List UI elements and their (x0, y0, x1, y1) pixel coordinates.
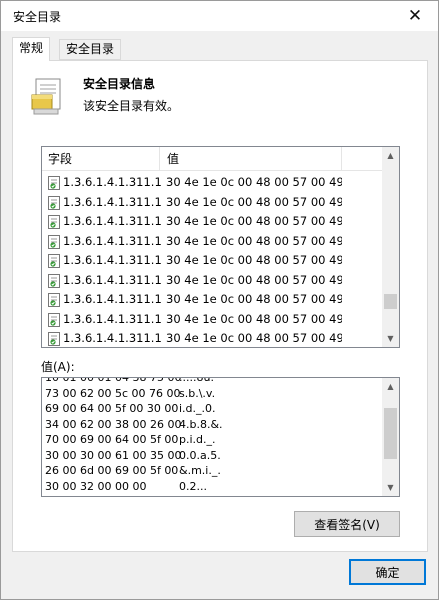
field-name: 1.3.6.1.4.1.311.1... (63, 311, 161, 326)
field-value: 30 4e 1e 0c 00 48 00 57 00 49 ... (166, 194, 342, 209)
column-header-value[interactable]: 值 (161, 147, 342, 171)
info-title: 安全目录信息 (83, 77, 156, 91)
hex-ascii: &.m.i._. (179, 464, 221, 477)
hex-line: 73 00 62 00 5c 00 76 00 s.b.\.v. (42, 386, 382, 402)
hex-line: 26 00 6d 00 69 00 5f 00 &.m.i._. (42, 463, 382, 479)
field-value: 30 4e 1e 0c 00 48 00 57 00 49 ... (166, 331, 342, 345)
list-item[interactable]: 1.3.6.1.4.1.311.1... 30 4e 1e 0c 00 48 00… (42, 290, 382, 310)
hex-line: 30 00 30 00 61 00 35 00 0.0.a.5. (42, 448, 382, 464)
hex-bytes: 30 00 32 00 00 00 (45, 479, 147, 493)
field-name: 1.3.6.1.4.1.311.1... (63, 233, 161, 248)
field-entry-icon (48, 195, 60, 210)
hex-ascii: .....8u. (179, 377, 214, 384)
close-icon: ✕ (407, 6, 423, 26)
close-button[interactable]: ✕ (392, 1, 438, 31)
field-entry-icon (48, 215, 60, 229)
field-entry-icon (48, 332, 60, 346)
hex-ascii: 0.0.a.5. (179, 448, 221, 462)
title-bar: 安全目录 ✕ (1, 1, 438, 31)
tab-general[interactable]: 常规 (12, 37, 51, 61)
list-item[interactable]: 1.3.6.1.4.1.311.1... 30 4e 1e 0c 00 48 00… (42, 173, 382, 193)
list-rows: 1.3.6.1.4.1.311.1... 30 4e 1e 0c 00 48 00… (42, 173, 382, 347)
scroll-thumb[interactable] (384, 408, 397, 459)
field-value: 30 4e 1e 0c 00 48 00 57 00 49 ... (166, 292, 342, 306)
hex-bytes: 10 01 00 01 04 38 75 00 (45, 377, 182, 384)
list-item[interactable]: 1.3.6.1.4.1.311.1... 30 4e 1e 0c 00 48 00… (42, 329, 382, 347)
hex-ascii: p.i.d._. (179, 433, 216, 446)
list-item[interactable]: 1.3.6.1.4.1.311.1... 30 4e 1e 0c 00 48 00… (42, 310, 382, 330)
tab-security-catalog[interactable]: 安全目录 (59, 39, 122, 60)
list-item[interactable]: 1.3.6.1.4.1.311.1... 30 4e 1e 0c 00 48 00… (42, 193, 382, 213)
scroll-down-icon[interactable]: ▼ (382, 330, 399, 347)
field-name: 1.3.6.1.4.1.311.1... (63, 175, 161, 189)
info-status: 该安全目录有效。 (83, 99, 180, 113)
hex-ascii: s.b.\.v. (179, 386, 216, 400)
field-entry-icon (48, 273, 60, 288)
view-signature-button[interactable]: 查看签名(V) (294, 511, 400, 537)
hex-line: 30 00 32 00 00 00 0.2... (42, 479, 382, 495)
hex-bytes: 26 00 6d 00 69 00 5f 00 (45, 464, 179, 477)
hex-line: 10 01 00 01 04 38 75 00 .....8u. (42, 377, 382, 386)
hex-line: 70 00 69 00 64 00 5f 00 p.i.d._. (42, 432, 382, 448)
hex-ascii: 0.2... (179, 479, 207, 493)
window-title: 安全目录 (13, 10, 62, 24)
hex-bytes: 73 00 62 00 5c 00 76 00 (45, 386, 181, 400)
field-entry-icon (48, 293, 60, 307)
hex-bytes: 34 00 62 00 38 00 26 00 (45, 417, 182, 431)
scroll-up-icon[interactable]: ▲ (382, 378, 399, 395)
value-label: 值(A): (41, 360, 75, 374)
security-catalog-dialog: 安全目录 ✕ 常规 安全目录 安全目录信息 该安全目录有效。 字段 值 1.3.… (0, 0, 439, 600)
hex-line: 34 00 62 00 38 00 26 00 4.b.8.&. (42, 417, 382, 433)
scroll-up-icon[interactable]: ▲ (382, 147, 399, 164)
field-value: 30 4e 1e 0c 00 48 00 57 00 49 ... (166, 311, 342, 326)
scroll-down-icon[interactable]: ▼ (382, 479, 399, 496)
field-name: 1.3.6.1.4.1.311.1... (63, 292, 161, 306)
scroll-thumb[interactable] (384, 293, 397, 309)
field-value: 30 4e 1e 0c 00 48 00 57 00 49 ... (166, 175, 342, 189)
field-name: 1.3.6.1.4.1.311.1... (63, 194, 161, 209)
hex-ascii: i.d._.0. (179, 402, 216, 415)
list-item[interactable]: 1.3.6.1.4.1.311.1... 30 4e 1e 0c 00 48 00… (42, 271, 382, 291)
field-name: 1.3.6.1.4.1.311.1... (63, 253, 161, 267)
value-scrollbar[interactable]: ▲ ▼ (382, 378, 399, 496)
field-entry-icon (48, 254, 60, 268)
ok-button[interactable]: 确定 (349, 559, 426, 585)
field-value: 30 4e 1e 0c 00 48 00 57 00 49 ... (166, 214, 342, 228)
column-header-field[interactable]: 字段 (42, 147, 160, 171)
hex-bytes: 69 00 64 00 5f 00 30 00 (45, 402, 179, 415)
list-item[interactable]: 1.3.6.1.4.1.311.1... 30 4e 1e 0c 00 48 00… (42, 232, 382, 252)
field-entry-icon (48, 176, 60, 190)
field-entry-icon (48, 234, 60, 249)
hex-bytes: 70 00 69 00 64 00 5f 00 (45, 433, 179, 446)
hex-ascii: 4.b.8.&. (179, 417, 223, 431)
fields-list-scrollbar[interactable]: ▲ ▼ (382, 147, 399, 347)
field-entry-icon (48, 312, 60, 327)
list-header: 字段 值 (42, 147, 382, 171)
field-value: 30 4e 1e 0c 00 48 00 57 00 49 ... (166, 272, 342, 287)
certificate-document-icon (31, 78, 61, 115)
list-item[interactable]: 1.3.6.1.4.1.311.1... 30 4e 1e 0c 00 48 00… (42, 212, 382, 232)
field-name: 1.3.6.1.4.1.311.1... (63, 272, 161, 287)
field-name: 1.3.6.1.4.1.311.1... (63, 331, 161, 345)
field-value: 30 4e 1e 0c 00 48 00 57 00 49 ... (166, 253, 342, 267)
fields-list[interactable]: 字段 值 1.3.6.1.4.1.311.1... 30 4e 1e 0c 00 … (41, 146, 400, 348)
list-item[interactable]: 1.3.6.1.4.1.311.1... 30 4e 1e 0c 00 48 00… (42, 251, 382, 271)
hex-bytes: 30 00 30 00 61 00 35 00 (45, 448, 182, 462)
field-name: 1.3.6.1.4.1.311.1... (63, 214, 161, 228)
field-value: 30 4e 1e 0c 00 48 00 57 00 49 ... (166, 233, 342, 248)
hex-lines: 10 01 00 01 04 38 75 00 .....8u. 73 00 62 … (42, 377, 382, 495)
hex-line: 69 00 64 00 5f 00 30 00 i.d._.0. (42, 401, 382, 417)
value-hex-textbox[interactable]: 10 01 00 01 04 38 75 00 .....8u. 73 00 62 … (41, 377, 400, 497)
